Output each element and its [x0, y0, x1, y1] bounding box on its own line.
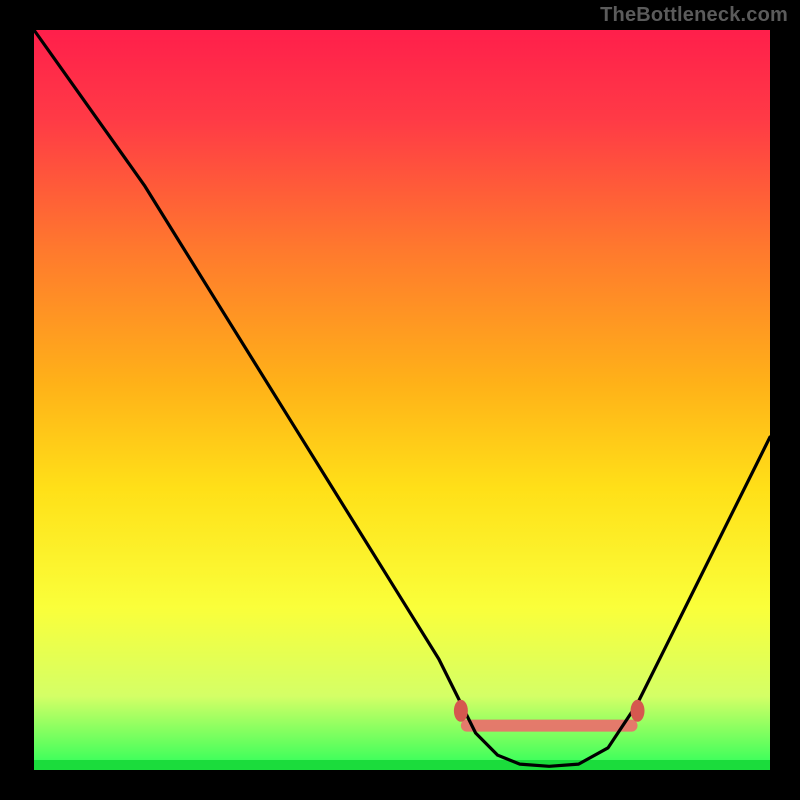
watermark-text: TheBottleneck.com	[600, 4, 788, 27]
chart-frame: TheBottleneck.com	[0, 0, 800, 800]
bottleneck-chart	[0, 0, 800, 800]
